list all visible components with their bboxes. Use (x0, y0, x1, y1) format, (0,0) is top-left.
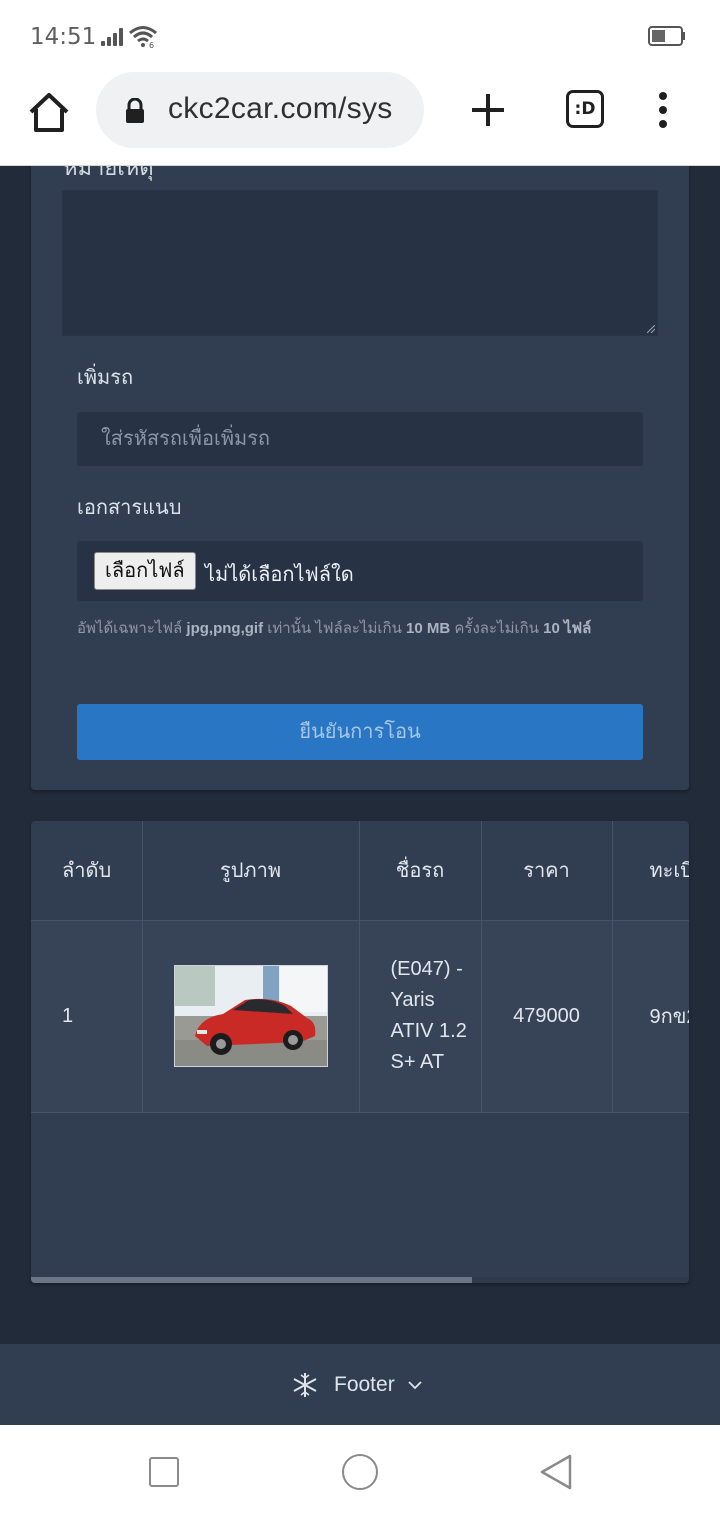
file-input[interactable]: เลือกไฟล์ ไม่ได้เลือกไฟล์ใด (77, 541, 643, 601)
car-table-card: ลำดับ รูปภาพ ชื่อรถ ราคา ทะเบียน 1 (31, 821, 689, 1283)
footer-label: Footer (334, 1373, 395, 1396)
remark-label: หมายเหตุ (63, 166, 154, 180)
table-header-row: ลำดับ รูปภาพ ชื่อรถ ราคา ทะเบียน (31, 821, 689, 921)
lock-icon (126, 98, 144, 123)
status-bar: 14:51 6 (0, 0, 720, 72)
chevron-down-icon (408, 1381, 422, 1390)
transfer-form-card: หมายเหตุ เพิ่มรถ เอกสารแนบ เลือกไฟล์ ไม่… (31, 166, 689, 790)
cell-index: 1 (31, 920, 143, 1113)
header-image: รูปภาพ (142, 821, 360, 921)
header-car-name: ชื่อรถ (359, 821, 482, 921)
plus-icon[interactable] (466, 88, 510, 132)
header-price: ราคา (481, 821, 613, 921)
footer-toggle[interactable]: Footer (292, 1370, 423, 1400)
add-car-input[interactable] (77, 412, 643, 466)
wifi-icon: 6 (129, 26, 157, 48)
signal-icon (101, 28, 123, 46)
status-time: 14:51 (30, 24, 97, 50)
footer-bar[interactable]: Footer (0, 1344, 720, 1425)
home-icon[interactable] (24, 88, 74, 138)
page-content: หมายเหตุ เพิ่มรถ เอกสารแนบ เลือกไฟล์ ไม่… (0, 166, 720, 1425)
car-table: ลำดับ รูปภาพ ชื่อรถ ราคา ทะเบียน 1 (31, 821, 689, 1113)
cell-registration: 9กข2 (612, 920, 689, 1113)
back-icon[interactable] (538, 1453, 574, 1491)
upload-hint: อัพได้เฉพาะไฟล์ jpg,png,gif เท่านั้น ไฟล… (77, 620, 592, 637)
add-car-field[interactable] (77, 412, 643, 466)
scrollbar-thumb[interactable] (31, 1277, 472, 1283)
home-button[interactable] (342, 1454, 378, 1490)
add-car-label: เพิ่มรถ (77, 367, 134, 389)
address-bar[interactable]: ckc2car.com/sys (96, 72, 424, 148)
cell-image (142, 920, 360, 1113)
url-text: ckc2car.com/sys (168, 92, 393, 125)
resize-grip-icon[interactable] (647, 325, 655, 333)
asterisk-icon (293, 1373, 317, 1397)
file-status-text: ไม่ได้เลือกไฟล์ใด (205, 564, 354, 586)
table-row: 1 (E047) - Yaris ATIV 1.2 S+ AT 479000 9… (31, 920, 689, 1113)
recent-apps-button[interactable] (149, 1457, 179, 1487)
header-index: ลำดับ (31, 821, 143, 921)
car-photo[interactable] (173, 965, 328, 1067)
horizontal-scrollbar[interactable] (31, 1277, 689, 1283)
attachments-label: เอกสารแนบ (77, 497, 182, 519)
cell-car-name[interactable]: (E047) - Yaris ATIV 1.2 S+ AT (359, 920, 482, 1113)
svg-text:6: 6 (149, 41, 154, 48)
more-vert-icon[interactable] (648, 86, 678, 134)
remark-textarea[interactable] (62, 190, 658, 336)
battery-icon (648, 26, 685, 46)
header-registration: ทะเบียน (612, 821, 689, 921)
system-navigation-bar (0, 1425, 720, 1520)
tab-switcher-button[interactable]: :D (566, 90, 604, 128)
confirm-transfer-button[interactable]: ยืนยันการโอน (77, 704, 643, 760)
choose-file-button[interactable]: เลือกไฟล์ (94, 552, 196, 590)
browser-toolbar: ckc2car.com/sys :D (0, 72, 720, 166)
cell-price: 479000 (481, 920, 613, 1113)
